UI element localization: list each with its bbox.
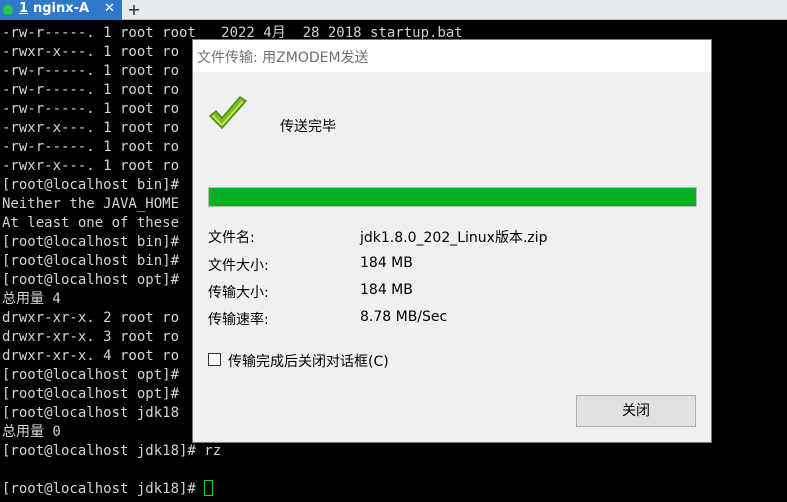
close-after-transfer-checkbox[interactable] (208, 353, 221, 366)
terminal-line: drwxr-xr-x. 3 root ro (2, 329, 180, 345)
terminal-line: At least one of these (2, 215, 180, 231)
terminal-line: -rwxr-x---. 1 root ro (2, 120, 180, 136)
progress-fill (209, 188, 696, 206)
terminal-line: [root@localhost bin]# (2, 234, 180, 250)
terminal-line: -rw-r-----. 1 root ro (2, 63, 180, 79)
terminal-prompt-line: [root@localhost jdk18]# (2, 480, 214, 499)
terminal-prompt: [root@localhost jdk18]# (2, 481, 205, 497)
terminal-line: drwxr-xr-x. 2 root ro (2, 310, 180, 326)
file-size-value: 184 MB (360, 255, 413, 271)
checkmark-icon (209, 96, 247, 129)
file-name-label: 文件名: (208, 230, 255, 246)
terminal-line: [root@localhost jdk18 (2, 405, 180, 421)
file-transfer-dialog: 文件传输: 用ZMODEM发送 传送完毕 文件名: jdk1.8.0_202_L… (192, 39, 712, 443)
transfer-status: 传送完毕 (280, 119, 336, 135)
transfer-rate-value: 8.78 MB/Sec (360, 309, 448, 325)
connection-status-icon (3, 5, 13, 15)
file-name-value: jdk1.8.0_202_Linux版本.zip (360, 230, 548, 246)
terminal-line: 总用量 0 (2, 424, 61, 440)
tab-nginx-a[interactable]: 1 nginx-A ✕ (0, 0, 122, 20)
terminal-line: [root@localhost opt]# (2, 386, 180, 402)
terminal-line: [root@localhost bin]# (2, 253, 180, 269)
terminal-line: -rwxr-x---. 1 root ro (2, 44, 180, 60)
terminal-line: Neither the JAVA_HOME (2, 196, 180, 212)
terminal-cursor (204, 480, 214, 496)
terminal-line: [root@localhost opt]# (2, 367, 180, 383)
close-icon[interactable]: ✕ (104, 1, 115, 16)
terminal-line: [root@localhost jdk18]# rz (2, 443, 222, 459)
file-size-label: 文件大小: (208, 258, 269, 274)
tab-title: nginx-A (33, 1, 90, 16)
add-tab-button[interactable]: + (124, 0, 144, 19)
transfer-rate-label: 传输速率: (208, 312, 269, 328)
terminal-line: drwxr-xr-x. 4 root ro (2, 348, 180, 364)
transfer-size-value: 184 MB (360, 282, 413, 298)
tab-number: 1 (19, 1, 29, 16)
terminal-line: -rw-r-----. 1 root ro (2, 101, 180, 117)
progress-bar (208, 187, 697, 207)
terminal-line: -rwxr-x---. 1 root ro (2, 158, 180, 174)
terminal-line: -rw-r-----. 1 root ro (2, 139, 180, 155)
terminal-line: [root@localhost opt]# (2, 272, 180, 288)
dialog-title: 文件传输: 用ZMODEM发送 (197, 50, 369, 66)
terminal-line: [root@localhost bin]# (2, 177, 180, 193)
terminal-line: -rw-r-----. 1 root ro (2, 82, 180, 98)
terminal-line: 总用量 4 (2, 291, 61, 307)
tab-bar: 1 nginx-A ✕ + (0, 0, 787, 20)
close-button[interactable]: 关闭 (576, 395, 696, 427)
close-after-transfer-label[interactable]: 传输完成后关闭对话框(C) (228, 351, 389, 371)
transfer-size-label: 传输大小: (208, 285, 269, 301)
dialog-titlebar[interactable]: 文件传输: 用ZMODEM发送 (193, 40, 711, 72)
